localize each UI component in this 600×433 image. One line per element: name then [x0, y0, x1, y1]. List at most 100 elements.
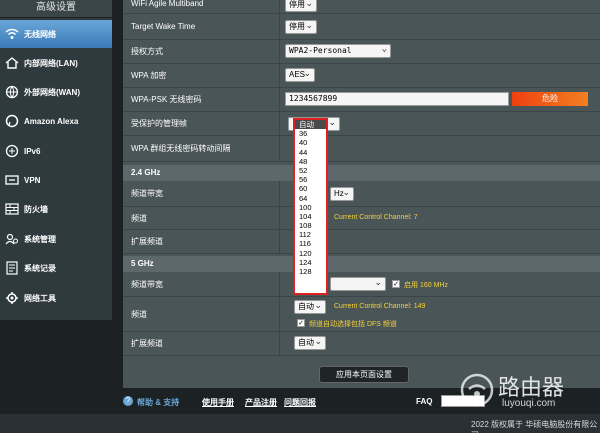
- channel-option[interactable]: 56: [295, 175, 326, 184]
- sidebar-item-label: 系统管理: [24, 234, 56, 244]
- vpn-icon: [4, 172, 20, 188]
- channel-option[interactable]: 52: [295, 166, 326, 175]
- firewall-icon: [4, 201, 20, 217]
- sidebar-item-alexa[interactable]: Amazon Alexa: [0, 107, 112, 135]
- copyright-bar: 2022 版权属于 华硕电脑股份有限公司: [0, 414, 600, 433]
- channel-option[interactable]: 124: [295, 258, 326, 267]
- sidebar-item-vpn[interactable]: VPN: [0, 166, 112, 194]
- channel-option[interactable]: 116: [295, 239, 326, 248]
- multiband-select[interactable]: 停用: [285, 0, 317, 12]
- sidebar-item-label: IPv6: [24, 146, 41, 156]
- dfs-label: 频道自动选择包括 DFS 频道: [309, 321, 397, 328]
- channel-option[interactable]: 40: [295, 138, 326, 147]
- sidebar-item-label: VPN: [24, 175, 41, 185]
- ext5-row: 扩展频道 自动: [123, 332, 600, 356]
- wpa-enc-label: WPA 加密: [123, 64, 280, 87]
- pmf-label: 受保护的管理帧: [123, 112, 280, 135]
- channel-option[interactable]: 112: [295, 230, 326, 239]
- sidebar-item-label: 网络工具: [24, 293, 56, 303]
- section-5g: 5 GHz: [123, 256, 600, 272]
- sidebar-item-log[interactable]: 系统记录: [0, 254, 112, 282]
- ipv6-icon: [4, 143, 20, 159]
- channel-option[interactable]: 104: [295, 212, 326, 221]
- manual-link[interactable]: 使用手册: [202, 397, 234, 408]
- auth-label: 授权方式: [123, 40, 280, 63]
- alexa-icon: [4, 113, 20, 129]
- ext5-label: 扩展频道: [123, 332, 280, 355]
- sidebar-item-wan[interactable]: 外部网络(WAN): [0, 78, 112, 106]
- sidebar-item-lan[interactable]: 内部网络(LAN): [0, 49, 112, 77]
- bw24-label: 频道带宽: [123, 181, 280, 206]
- bw24-row: 频道带宽 Hz: [123, 181, 600, 207]
- help-link[interactable]: 帮助 & 支持: [137, 397, 179, 408]
- bw160-checkbox[interactable]: ✓: [392, 280, 400, 288]
- home-icon: [4, 55, 20, 71]
- ch24-note: Current Control Channel: 7: [334, 214, 418, 221]
- bw5-select[interactable]: [330, 276, 386, 291]
- wpa-enc-row: WPA 加密 AES: [123, 64, 600, 88]
- sidebar-item-firewall[interactable]: 防火墙: [0, 195, 112, 223]
- channel-option[interactable]: 自动: [295, 120, 326, 130]
- ext5-select[interactable]: 自动: [294, 335, 326, 350]
- channel-option[interactable]: 48: [295, 157, 326, 166]
- pmf-row: 受保护的管理帧 自动: [123, 112, 600, 136]
- sidebar-item-admin[interactable]: 系统管理: [0, 225, 112, 253]
- channel-option[interactable]: 44: [295, 148, 326, 157]
- sidebar-item-wireless[interactable]: 无线网络: [0, 20, 112, 48]
- help-icon: ?: [123, 396, 133, 406]
- auth-row: 授权方式 WPA2-Personal: [123, 40, 600, 64]
- channel-option[interactable]: 36: [295, 129, 326, 138]
- sidebar-item-label: 系统记录: [24, 263, 56, 273]
- channel-option[interactable]: 60: [295, 184, 326, 193]
- sidebar-item-label: 防火墙: [24, 204, 48, 214]
- sidebar-item-label: Amazon Alexa: [24, 116, 79, 126]
- twt-label: Target Wake Time: [123, 14, 280, 39]
- ch5-note: Current Control Channel: 149: [334, 303, 426, 310]
- auth-select[interactable]: WPA2-Personal: [285, 43, 391, 58]
- ch5-row: 频道 自动 Current Control Channel: 149 ✓ 频道自…: [123, 297, 600, 332]
- multiband-row: WiFi Agile Multiband 停用: [123, 0, 600, 14]
- ch5-label: 频道: [123, 297, 280, 331]
- router-logo-icon: [460, 373, 494, 407]
- channel-option[interactable]: 108: [295, 221, 326, 230]
- bw5-label: 频道带宽: [123, 272, 280, 296]
- wpa-enc-select[interactable]: AES: [285, 67, 315, 82]
- sidebar-header: 高级设置: [0, 0, 112, 18]
- register-link[interactable]: 产品注册: [245, 397, 277, 408]
- channel-option[interactable]: 64: [295, 194, 326, 203]
- dfs-checkbox[interactable]: ✓: [297, 319, 305, 327]
- channel-option[interactable]: 100: [295, 203, 326, 212]
- ch5-select[interactable]: 自动: [294, 299, 326, 314]
- ext24-row: 扩展频道: [123, 230, 600, 254]
- sidebar-item-tools[interactable]: 网络工具: [0, 284, 112, 312]
- sidebar-item-label: 内部网络(LAN): [24, 58, 78, 68]
- channel-dropdown-list[interactable]: 自动 36 40 44 48 52 56 60 64 100 104 108 112 116 120 124 1…: [293, 118, 328, 295]
- channel-option[interactable]: 120: [295, 249, 326, 258]
- sidebar: 高级设置 无线网络 内部网络(LAN) 外部网络(WAN) Amazon Ale…: [0, 0, 112, 320]
- sidebar-item-ipv6[interactable]: IPv6: [0, 137, 112, 165]
- watermark: 路由器 luyouqi.com: [458, 370, 598, 414]
- gtk-row: WPA 群组无线密码转动间隔: [123, 136, 600, 162]
- wifi-icon: [4, 26, 20, 42]
- copyright-text: 2022 版权属于 华硕电脑股份有限公司: [471, 420, 598, 433]
- bw5-row: 频道带宽 ✓ 启用 160 MHz: [123, 272, 600, 297]
- log-icon: [4, 260, 20, 276]
- sidebar-item-label: 无线网络: [24, 29, 56, 39]
- psk-input[interactable]: 1234567899: [285, 92, 509, 106]
- psk-label: WPA-PSK 无线密码: [123, 88, 280, 111]
- sidebar-item-label: 外部网络(WAN): [24, 87, 80, 97]
- twt-select[interactable]: 停用: [285, 19, 317, 34]
- ext24-label: 扩展频道: [123, 230, 280, 253]
- channel-option[interactable]: 128: [295, 267, 326, 276]
- bw160-label: 启用 160 MHz: [404, 282, 448, 289]
- gtk-label: WPA 群组无线密码转动间隔: [123, 136, 280, 161]
- admin-icon: [4, 231, 20, 247]
- ch24-label: 频道: [123, 207, 280, 229]
- apply-button[interactable]: 应用本页面设置: [319, 366, 409, 383]
- section-2g: 2.4 GHz: [123, 165, 600, 181]
- feedback-link[interactable]: 问题回报: [284, 397, 316, 408]
- bw24-select[interactable]: Hz: [330, 186, 354, 201]
- twt-row: Target Wake Time 停用: [123, 14, 600, 40]
- ch24-row: 频道 Current Control Channel: 7: [123, 207, 600, 230]
- faq-label[interactable]: FAQ: [416, 397, 432, 406]
